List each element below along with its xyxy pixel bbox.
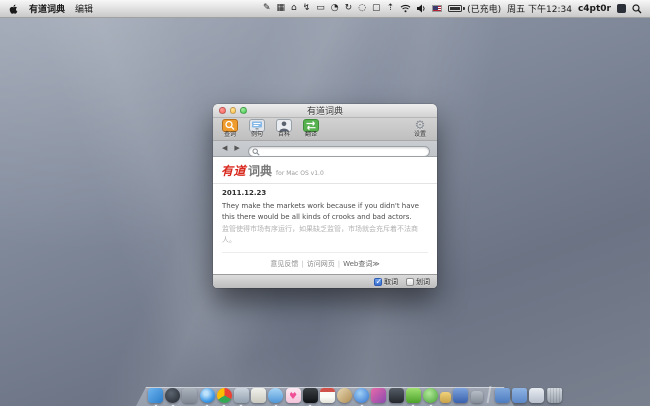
menu-bar: 有道词典 编辑 ✎ ▦ ⌂ ↯ ▭ ◔ ↻ ◌ ▢ ⇡ (已充电) (0, 0, 650, 18)
brand-header: 有道 词典 for Mac OS v1.0 (213, 157, 437, 184)
back-button[interactable]: ◀ (220, 144, 229, 153)
home-icon[interactable]: ⌂ (291, 4, 297, 13)
dock-icon-applications-folder[interactable] (495, 388, 510, 403)
menu-edit[interactable]: 编辑 (75, 2, 93, 15)
desktop-wallpaper: 有道词典 编辑 ✎ ▦ ⌂ ↯ ▭ ◔ ↻ ◌ ▢ ⇡ (已充电) (0, 0, 650, 406)
dock-icon-iphoto[interactable] (337, 388, 352, 403)
dock-icon-mini-app[interactable] (440, 392, 451, 403)
dashed-circle-icon[interactable]: ◌ (358, 4, 366, 13)
dock-icon-grey-app[interactable] (471, 391, 483, 403)
apple-menu-icon[interactable] (8, 3, 19, 15)
footer-links: 意见反馈|访问网页|Web查词≫ (222, 252, 428, 269)
pen-icon[interactable]: ✎ (263, 4, 271, 13)
toolbar-translate-button[interactable]: 翻译 (301, 119, 321, 139)
dock-icon-ical[interactable] (320, 388, 335, 403)
menu-app-name[interactable]: 有道词典 (29, 2, 65, 15)
user-menu[interactable]: c4pt0r (578, 4, 611, 14)
dock-icon-preview[interactable] (234, 388, 249, 403)
dock-icon-quicktime[interactable] (165, 388, 180, 403)
dock-icon-downloads-stack[interactable] (529, 388, 544, 403)
up-arrow-icon[interactable]: ⇡ (387, 4, 395, 13)
dock-icon-safari[interactable] (200, 388, 215, 403)
dock (136, 379, 514, 406)
web-lookup-link[interactable]: Web查词≫ (343, 260, 380, 268)
dict-logo: 词典 (248, 162, 272, 179)
toolbar-examples-label: 例句 (251, 132, 263, 139)
search-magnifier-icon (252, 141, 260, 160)
window-content: 有道 词典 for Mac OS v1.0 2011.12.23 They ma… (213, 157, 437, 274)
screen-share-icon[interactable]: ▢ (372, 4, 381, 13)
close-button[interactable] (219, 107, 226, 114)
spotlight-icon[interactable] (632, 4, 642, 14)
dock-icon-heart-app[interactable] (286, 388, 301, 403)
highlight-checkbox-label: 划词 (416, 277, 430, 287)
toolbar-settings-label: 设置 (414, 132, 426, 139)
dock-icon-photo-booth[interactable] (182, 388, 197, 403)
daily-sentence-en: They make the markets work because if yo… (222, 201, 428, 222)
search-row: ◀ ▶ (213, 141, 437, 157)
menu-clock[interactable]: 周五 下午12:34 (507, 2, 572, 15)
toolbar-settings-button[interactable]: ⚙ 设置 (410, 119, 430, 139)
window-grid-icon[interactable]: ▦ (276, 4, 285, 13)
dock-separator (486, 386, 491, 403)
bolt-icon[interactable]: ↯ (303, 4, 311, 13)
battery-indicator[interactable]: (已充电) (448, 2, 501, 15)
dock-icon-chess[interactable] (389, 388, 404, 403)
sync-arrows-icon[interactable]: ↻ (345, 4, 353, 13)
dock-icon-colorful-app[interactable] (371, 388, 386, 403)
toolbar-lookup-button[interactable]: 查词 (220, 119, 240, 139)
zoom-button[interactable] (240, 107, 247, 114)
window-titlebar[interactable]: 有道词典 (213, 104, 437, 118)
pickup-checkbox[interactable] (374, 278, 382, 286)
daily-date: 2011.12.23 (222, 189, 428, 197)
visit-web-link[interactable]: 访问网页 (307, 260, 335, 268)
dock-icon-textedit[interactable] (251, 388, 266, 403)
dock-icon-trash[interactable] (547, 388, 562, 403)
daily-sentence-section: 2011.12.23 They make the markets work be… (213, 184, 437, 245)
toolbar-translate-label: 翻译 (305, 132, 317, 139)
wifi-icon[interactable] (400, 4, 411, 13)
us-flag-input-icon[interactable] (432, 5, 442, 12)
ocr-pickup-checkbox-group[interactable]: 取词 (374, 277, 398, 287)
youdao-logo: 有道 (221, 162, 246, 179)
brand-version: for Mac OS v1.0 (276, 170, 324, 177)
dock-icon-itunes[interactable] (354, 388, 369, 403)
search-input[interactable] (248, 146, 430, 157)
youdao-dictionary-window: 有道词典 查词 例句 百科 (213, 104, 437, 288)
display-icon[interactable]: ▭ (316, 4, 325, 13)
time-machine-icon[interactable]: ◔ (331, 4, 339, 13)
forward-button[interactable]: ▶ (232, 144, 241, 153)
toolbar-lookup-label: 查词 (224, 132, 236, 139)
dock-icon-ichat[interactable] (268, 388, 283, 403)
toolbar-baike-button[interactable]: 百科 (274, 119, 294, 139)
window-statusbar: 取词 划词 (213, 274, 437, 288)
minimize-button[interactable] (230, 107, 237, 114)
window-toolbar: 查词 例句 百科 翻译 ⚙ (213, 118, 437, 141)
battery-icon (448, 5, 462, 12)
toolbar-examples-button[interactable]: 例句 (247, 119, 267, 139)
toolbar-baike-label: 百科 (278, 132, 290, 139)
dock-icon-chrome[interactable] (217, 388, 232, 403)
notification-menu-icon[interactable] (617, 4, 626, 13)
dock-icon-adium[interactable] (406, 388, 421, 403)
dock-icon-finder[interactable] (148, 388, 163, 403)
window-title: 有道词典 (213, 104, 437, 117)
pickup-checkbox-label: 取词 (384, 277, 398, 287)
dock-icon-blue-app[interactable] (453, 388, 468, 403)
dock-icon-documents-folder[interactable] (512, 388, 527, 403)
highlight-translate-checkbox-group[interactable]: 划词 (406, 277, 430, 287)
battery-label: (已充电) (467, 2, 501, 15)
dock-icon-green-orb-app[interactable] (423, 388, 438, 403)
dock-icon-terminal[interactable] (303, 388, 318, 403)
highlight-checkbox[interactable] (406, 278, 414, 286)
feedback-link[interactable]: 意见反馈 (270, 260, 298, 268)
volume-icon[interactable] (417, 4, 426, 13)
daily-sentence-zh: 监管使得市场有序运行，如果缺乏监管，市场就会充斥着不法商人。 (222, 224, 428, 245)
